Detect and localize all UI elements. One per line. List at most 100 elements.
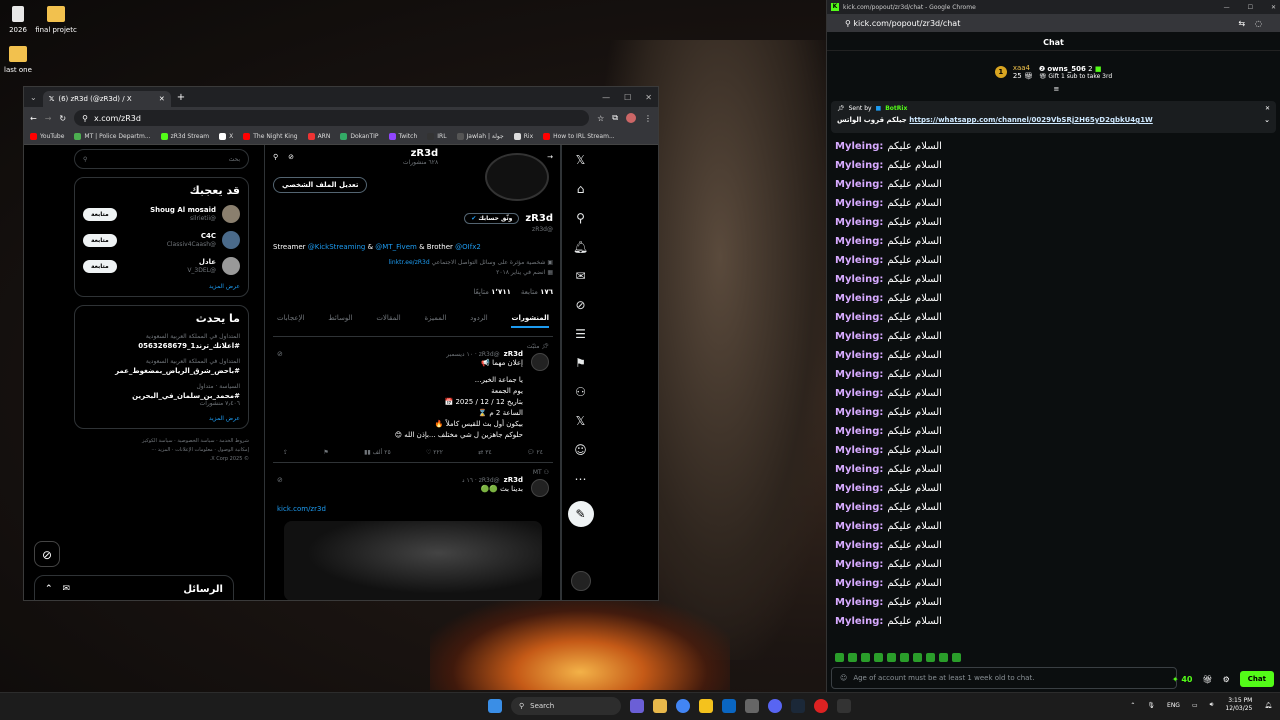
close-window-button[interactable]: ✕ (645, 93, 652, 102)
bookmark-icon[interactable]: ⚑ (323, 449, 328, 456)
website-link[interactable]: linktr.ee/zR3d (389, 259, 430, 266)
emote-icon[interactable] (835, 653, 844, 662)
tweet-pinned[interactable]: 📌︎ مثبّت zR3d @zR3d · ١٠ ديسمبر ⊘ إعلان … (273, 337, 553, 463)
translate-icon[interactable]: ⇆ (1238, 19, 1245, 28)
eye-off-icon[interactable]: ◌ (1255, 19, 1262, 28)
post-button[interactable]: ✎ (567, 501, 594, 527)
bookmark-irl[interactable]: IRL (427, 133, 447, 140)
clock[interactable]: 3:15 PM 12/03/25 (1225, 697, 1252, 713)
kick-url-bar[interactable]: ⚲ kick.com/popout/zr3d/chat ⇆ ◌ (827, 14, 1280, 32)
obs-icon[interactable] (814, 699, 828, 713)
chat-username[interactable]: Myleing: (835, 236, 883, 247)
emote-icon[interactable] (926, 653, 935, 662)
emote-icon[interactable] (952, 653, 961, 662)
chat-username[interactable]: Myleing: (835, 312, 883, 323)
chat-message[interactable]: Myleing: السلام عليكم (835, 137, 1272, 156)
grok-icon[interactable]: ⊘ (277, 350, 283, 358)
chat-username[interactable]: Myleing: (835, 464, 883, 475)
tray-chevron-icon[interactable]: ⌃ (1130, 702, 1135, 709)
menu-icon[interactable]: ⋮ (644, 114, 652, 123)
tab-posts[interactable]: المنشورات (511, 314, 549, 328)
pinned-message[interactable]: 📌︎ Sent by ■ BotRix ✕ جيلكم قروب الواتس … (831, 101, 1276, 133)
grok-icon[interactable]: ⊘ (277, 476, 283, 484)
minimize-button[interactable]: — (1224, 4, 1230, 11)
avatar[interactable] (222, 231, 240, 249)
chat-username[interactable]: Myleing: (835, 255, 883, 266)
chrome-icon[interactable] (676, 699, 690, 713)
chat-username[interactable]: Myleing: (835, 616, 883, 627)
chat-username[interactable]: Myleing: (835, 141, 883, 152)
messages-icon[interactable]: ✉ (573, 269, 589, 284)
tab-replies[interactable]: الردود (470, 314, 488, 328)
trend-item[interactable]: المتداول في المملكة العربية السعودية #اع… (83, 333, 240, 350)
chat-message[interactable]: Myleing: السلام عليكم (835, 156, 1272, 175)
unpin-icon[interactable]: ✕ (1265, 105, 1270, 112)
chat-message[interactable]: Myleing: السلام عليكم (835, 365, 1272, 384)
chat-username[interactable]: Myleing: (835, 198, 883, 209)
emote-icon[interactable] (913, 653, 922, 662)
trend-item[interactable]: السياسة · متداول #محمد_بن_سلمان_في_البحر… (83, 383, 240, 407)
desktop-icon-last-one[interactable]: last one (0, 46, 46, 74)
folder-icon[interactable] (699, 699, 713, 713)
extensions-icon[interactable]: ⧉ (612, 113, 618, 123)
emote-icon[interactable] (861, 653, 870, 662)
bookmark-rix[interactable]: Rix (513, 133, 533, 140)
chat-message[interactable]: Myleing: السلام عليكم (835, 213, 1272, 232)
bookmark-x[interactable]: X (219, 133, 233, 140)
emote-icon[interactable] (874, 653, 883, 662)
microphone-icon[interactable]: 🎙︎ (1147, 702, 1155, 709)
expand-icon[interactable]: ⌃ (45, 584, 53, 594)
new-message-icon[interactable]: ✉ (63, 584, 71, 594)
chat-message[interactable]: Myleing: السلام عليكم (835, 232, 1272, 251)
x-logo-icon[interactable]: 𝕏 (573, 153, 589, 168)
tab-highlights[interactable]: المميزة (424, 314, 446, 328)
notifications-icon[interactable]: 🔔︎ (573, 240, 589, 255)
bookmark-jawlah[interactable]: Jawlah | جولة (456, 133, 504, 140)
bio-link-brother[interactable]: @OIfx2 (455, 243, 481, 251)
chat-input[interactable]: ☺ Age of account must be at least 1 week… (831, 667, 1177, 689)
reply-stat[interactable]: 💬︎ ٢٤ (527, 449, 543, 456)
emoji-icon[interactable]: ☺ (840, 674, 847, 682)
file-explorer-icon[interactable] (653, 699, 667, 713)
tweet-live[interactable]: ⚇ MT zR3d @zR3d · ١٦ د ⊘ بدينا بث 🟢🟢 kic… (273, 463, 553, 600)
chat-username[interactable]: Myleing: (835, 559, 883, 570)
star-icon[interactable]: ☆ (597, 114, 604, 123)
forward-icon[interactable]: → (45, 114, 52, 123)
chat-message[interactable]: Myleing: السلام عليكم (835, 479, 1272, 498)
communities-icon[interactable]: ⚇ (573, 385, 589, 400)
back-icon[interactable]: ← (30, 114, 37, 123)
snipping-tool-icon[interactable] (837, 699, 851, 713)
premium-icon[interactable]: 𝕏 (573, 414, 589, 429)
chat-username[interactable]: Myleing: (835, 331, 883, 342)
trend-item[interactable]: المتداول في المملكة العربية السعودية #با… (83, 358, 240, 375)
notification-icon[interactable]: 🔔︎ (1264, 702, 1272, 709)
chat-username[interactable]: Myleing: (835, 407, 883, 418)
tab-media[interactable]: الوسائط (328, 314, 352, 328)
share-icon[interactable]: ⇪ (283, 449, 288, 456)
bookmark-twitch[interactable]: Twitch (388, 133, 417, 140)
chat-message[interactable]: Myleing: السلام عليكم (835, 308, 1272, 327)
chat-message[interactable]: Myleing: السلام عليكم (835, 574, 1272, 593)
emote-icon[interactable] (887, 653, 896, 662)
chat-username[interactable]: Myleing: (835, 521, 883, 532)
tab-search-icon[interactable]: ⌄ (30, 93, 37, 102)
chat-message[interactable]: Myleing: السلام عليكم (835, 346, 1272, 365)
show-more-link[interactable]: عرض المزيد (83, 415, 240, 422)
bookmark-youtube[interactable]: YouTube (30, 133, 64, 140)
whatsapp-link[interactable]: https://whatsapp.com/channel/0029VbSRj2H… (909, 116, 1152, 124)
chat-username[interactable]: Myleing: (835, 483, 883, 494)
emote-icon[interactable] (848, 653, 857, 662)
chat-message[interactable]: Myleing: السلام عليكم (835, 441, 1272, 460)
discord-icon[interactable] (768, 699, 782, 713)
suggestion-item[interactable]: عادل @V_3DEL متابعة (83, 257, 240, 275)
chat-message[interactable]: Myleing: السلام عليكم (835, 517, 1272, 536)
edit-profile-button[interactable]: تعديل الملف الشخصي (273, 177, 368, 193)
chat-message[interactable]: Myleing: السلام عليكم (835, 498, 1272, 517)
chat-message[interactable]: Myleing: السلام عليكم (835, 536, 1272, 555)
follow-button[interactable]: متابعة (83, 233, 117, 247)
messages-drawer[interactable]: الرسائل ✉ ⌃ (34, 575, 234, 600)
bookmark-night-king[interactable]: The Night King (243, 133, 298, 140)
views-stat[interactable]: ▮▮ ٢٥ ألف (364, 449, 391, 456)
chat-username[interactable]: Myleing: (835, 350, 883, 361)
chat-message[interactable]: Myleing: السلام عليكم (835, 194, 1272, 213)
